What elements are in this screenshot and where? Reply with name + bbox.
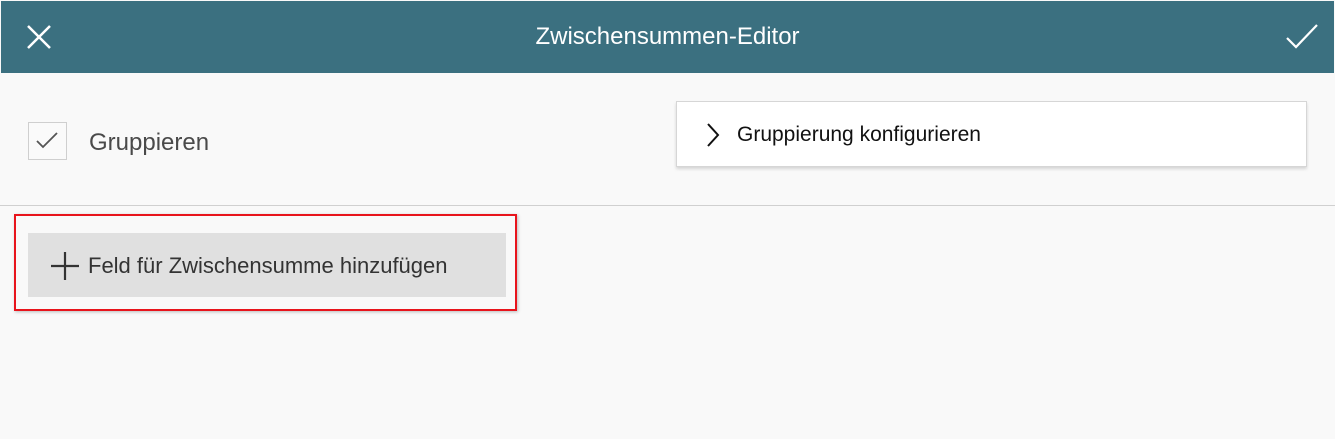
configure-grouping-label: Gruppierung konfigurieren xyxy=(737,123,981,146)
group-checkbox[interactable] xyxy=(28,122,67,160)
add-subtotal-field-button[interactable]: Feld für Zwischensumme hinzufügen xyxy=(28,233,506,297)
dialog-header: Zwischensummen-Editor xyxy=(1,1,1334,73)
check-icon xyxy=(1286,24,1318,49)
plus-icon xyxy=(51,252,79,280)
group-checkbox-label: Gruppieren xyxy=(89,129,210,156)
add-subtotal-field-label: Feld für Zwischensumme hinzufügen xyxy=(88,253,448,278)
configure-grouping-button[interactable]: Gruppierung konfigurieren xyxy=(676,101,1307,167)
confirm-button[interactable] xyxy=(1284,19,1320,55)
check-icon xyxy=(36,132,58,149)
chevron-right-icon xyxy=(707,123,720,147)
dialog-title: Zwischensummen-Editor xyxy=(535,23,800,50)
divider xyxy=(0,205,1335,206)
